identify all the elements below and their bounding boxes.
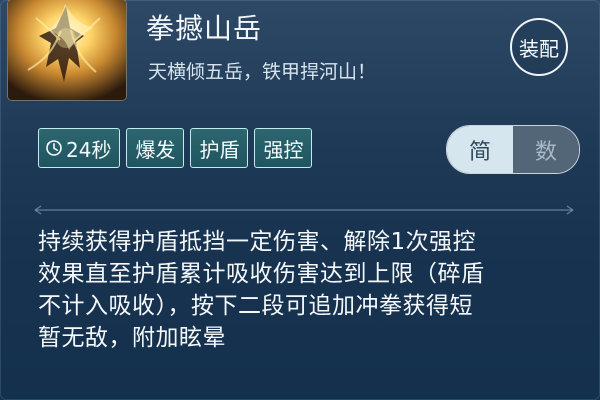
toggle-number-label: 数 [534, 139, 557, 165]
tag-control: 强控 [254, 128, 313, 168]
equip-button[interactable]: 装配 [510, 18, 568, 76]
tag-shield-label: 护盾 [199, 137, 240, 162]
timer-icon [45, 139, 63, 157]
equip-button-label: 装配 [519, 36, 559, 61]
section-divider [34, 205, 574, 215]
skill-title: 拳撼山岳 [146, 12, 263, 45]
toggle-number-option[interactable]: 数 [513, 126, 579, 173]
tag-burst-label: 爆发 [135, 137, 176, 162]
skill-description: 持续获得护盾抵挡一定伤害、解除1次强控 效果直至护盾累计吸收伤害达到上限（碎盾 … [38, 229, 485, 351]
description-mode-toggle[interactable]: 简 数 [446, 125, 580, 174]
toggle-simple-label: 简 [468, 139, 491, 165]
skill-quote: 天横倾五岳，铁甲捍河山！ [148, 61, 377, 83]
tag-burst: 爆发 [126, 128, 185, 168]
skill-portrait [8, 0, 126, 100]
tag-cooldown: 24秒 [38, 128, 121, 168]
skill-tags: 24秒 爆发 护盾 强控 [38, 128, 313, 168]
toggle-simple-option[interactable]: 简 [447, 126, 513, 173]
tag-cooldown-label: 24秒 [66, 137, 112, 162]
tag-control-label: 强控 [263, 137, 304, 162]
skill-detail-panel: 拳撼山岳 天横倾五岳，铁甲捍河山！ 装配 24秒 爆发 护盾 强控 简 数 持续… [0, 0, 600, 400]
tag-shield: 护盾 [190, 128, 249, 168]
